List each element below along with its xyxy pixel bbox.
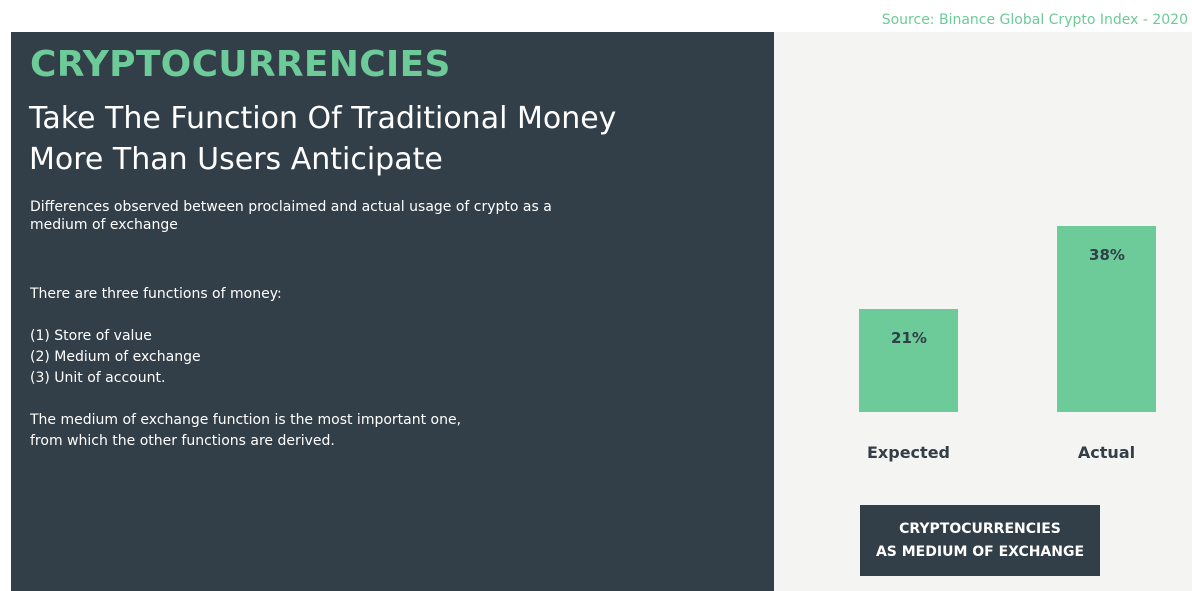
functions-intro: There are three functions of money: [30,286,282,302]
page-title: CRYPTOCURRENCIES [30,44,451,85]
bar-expected [859,309,958,412]
function-item: (2) Medium of exchange [30,349,201,365]
page-subtitle: Take The Function Of Traditional Money M… [29,101,617,177]
functions-conclusion: from which the other functions are deriv… [30,433,335,449]
functions-conclusion: The medium of exchange function is the m… [30,412,462,428]
description: Differences observed between proclaimed … [30,199,552,233]
category-label: Actual [1077,443,1136,462]
category-label: Expected [867,443,950,462]
chart-caption-line1: CRYPTOCURRENCIES [899,520,1061,537]
source-note: Source: Binance Global Crypto Index - 20… [881,12,1188,28]
chart-caption: CRYPTOCURRENCIES AS MEDIUM OF EXCHANGE [860,505,1100,576]
functions-text: There are three functions of money: (1) … [30,284,670,452]
function-item: (3) Unit of account. [30,370,166,386]
chart-caption-line2: AS MEDIUM OF EXCHANGE [875,543,1085,560]
bar-value-label: 38% [1089,246,1125,264]
function-item: (1) Store of value [30,328,152,344]
bar-value-label: 21% [891,329,927,348]
